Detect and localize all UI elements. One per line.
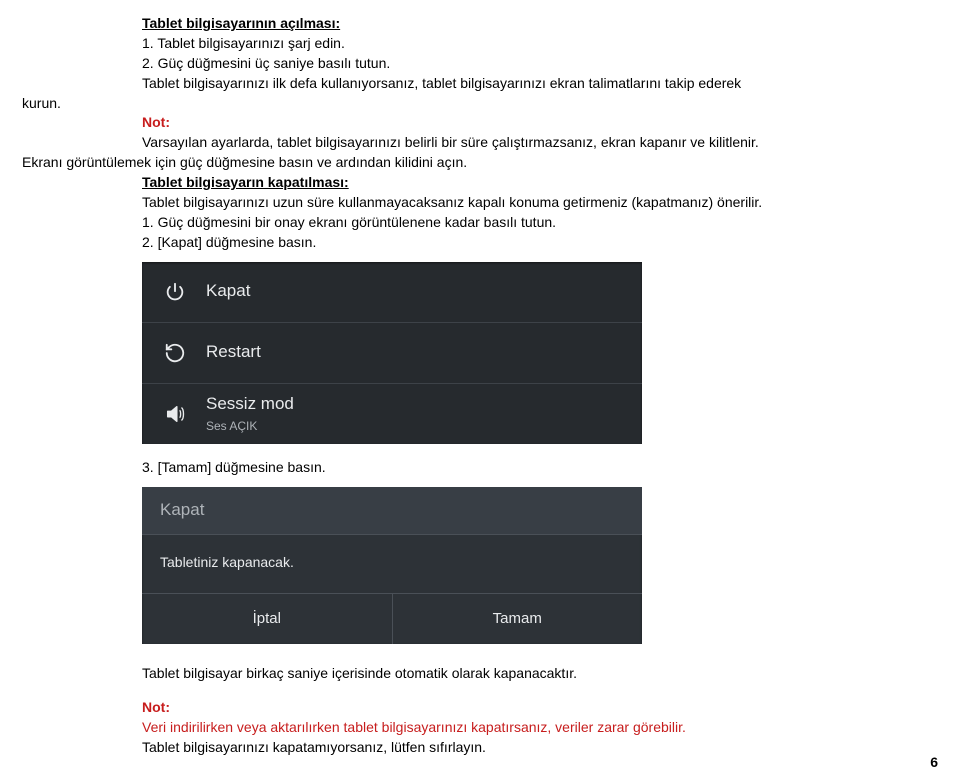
volume-icon bbox=[160, 403, 190, 425]
open-step-1: 1. Tablet bilgisayarınızı şarj edin. bbox=[142, 34, 938, 53]
open-step-2: 2. Güç düğmesini üç saniye basılı tutun. bbox=[142, 54, 938, 73]
document-page: Tablet bilgisayarının açılması: 1. Table… bbox=[0, 0, 960, 784]
heading-open: Tablet bilgisayarının açılması: bbox=[142, 15, 340, 31]
open-note-text: Varsayılan ayarlarda, tablet bilgisayarı… bbox=[142, 133, 938, 152]
power-menu-item-silent[interactable]: Sessiz mod Ses AÇIK bbox=[142, 384, 642, 444]
close-step-3: 3. [Tamam] düğmesine basın. bbox=[142, 458, 938, 477]
power-menu-panel: Kapat Restart Sessiz mod Ses AÇIK bbox=[142, 262, 642, 444]
unlock-line: Ekranı görüntülemek için güç düğmesine b… bbox=[22, 153, 938, 172]
power-menu-sublabel: Ses AÇIK bbox=[206, 418, 294, 434]
restart-icon bbox=[160, 342, 190, 364]
dialog-actions: İptal Tamam bbox=[142, 594, 642, 644]
close-recommend: Tablet bilgisayarınızı uzun süre kullanm… bbox=[142, 193, 938, 212]
auto-off-text: Tablet bilgisayar birkaç saniye içerisin… bbox=[142, 664, 938, 683]
danger-note: Veri indirilirken veya aktarılırken tabl… bbox=[142, 719, 686, 735]
dialog-title: Kapat bbox=[142, 487, 642, 535]
cancel-button[interactable]: İptal bbox=[142, 594, 392, 644]
heading-close: Tablet bilgisayarın kapatılması: bbox=[142, 174, 349, 190]
open-setup-kurun: kurun. bbox=[22, 94, 938, 113]
note-label: Not: bbox=[142, 114, 170, 130]
close-step-1: 1. Güç düğmesini bir onay ekranı görüntü… bbox=[142, 213, 938, 232]
page-number: 6 bbox=[930, 753, 938, 772]
power-menu-label: Kapat bbox=[206, 280, 250, 303]
note-label: Not: bbox=[142, 699, 170, 715]
open-setup-line: Tablet bilgisayarınızı ilk defa kullanıy… bbox=[142, 74, 938, 93]
power-menu-item-restart[interactable]: Restart bbox=[142, 323, 642, 384]
ok-button[interactable]: Tamam bbox=[392, 594, 643, 644]
power-icon bbox=[160, 281, 190, 303]
reset-line: Tablet bilgisayarınızı kapatamıyorsanız,… bbox=[142, 738, 938, 757]
dialog-body: Tabletiniz kapanacak. bbox=[142, 535, 642, 595]
power-menu-label: Sessiz mod bbox=[206, 393, 294, 416]
power-menu-label: Restart bbox=[206, 341, 261, 364]
close-step-2: 2. [Kapat] düğmesine basın. bbox=[142, 233, 938, 252]
shutdown-dialog: Kapat Tabletiniz kapanacak. İptal Tamam bbox=[142, 487, 642, 645]
power-menu-item-kapat[interactable]: Kapat bbox=[142, 262, 642, 323]
